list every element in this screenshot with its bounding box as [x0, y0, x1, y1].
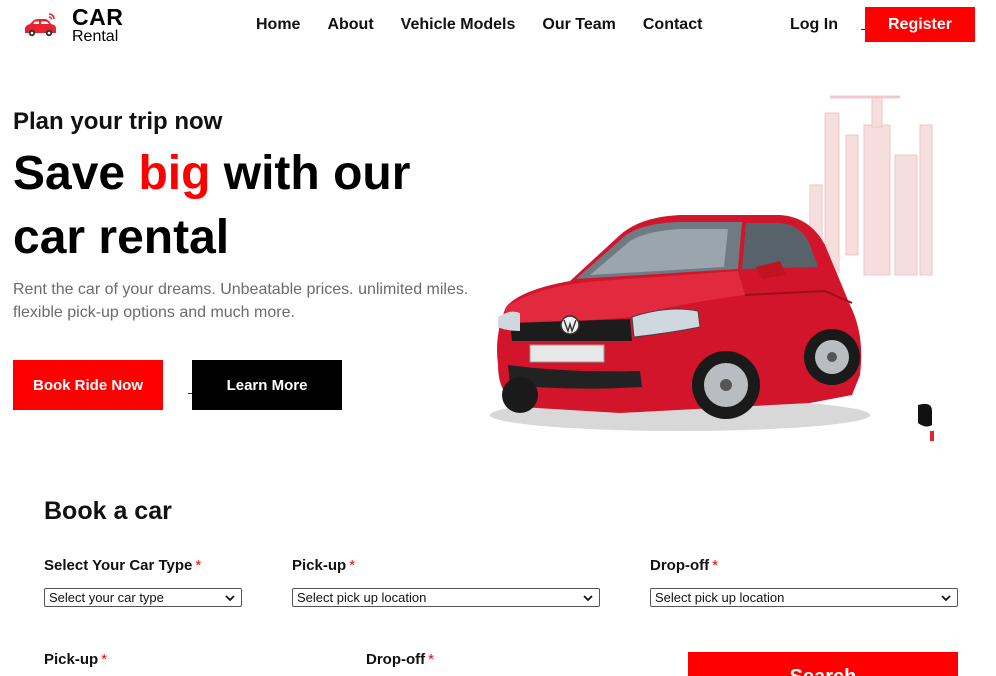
required-asterisk: *	[712, 557, 718, 574]
dropoff-location-label: Drop-off *	[650, 557, 718, 574]
nav-link-about[interactable]: About	[327, 16, 373, 34]
register-button[interactable]: Register	[865, 7, 975, 42]
car-type-select[interactable]: Select your car type	[44, 588, 242, 607]
hero-title-highlight: big	[138, 147, 211, 200]
pickup-date-label: Pick-up *	[44, 651, 107, 668]
dropoff-date-label-text: Drop-off	[366, 651, 426, 668]
book-ride-button[interactable]: Book Ride Now	[13, 360, 163, 410]
pickup-location-label-text: Pick-up	[292, 557, 347, 574]
nav-link-our-team[interactable]: Our Team	[542, 16, 616, 34]
hero-car-image	[480, 95, 950, 455]
required-asterisk: *	[101, 651, 108, 668]
pickup-location-select[interactable]: Select pick up location	[292, 588, 600, 607]
pickup-location-label: Pick-up *	[292, 557, 355, 574]
dropoff-location-select[interactable]: Select pick up location	[650, 588, 958, 607]
brand-title: CAR	[72, 4, 124, 30]
pickup-location-select-value: Select pick up location	[297, 590, 427, 605]
city-skyline	[809, 96, 933, 276]
main-nav: Home About Vehicle Models Our Team Conta…	[256, 16, 729, 34]
learn-more-button[interactable]: Learn More	[192, 360, 342, 410]
booking-title: Book a car	[44, 497, 172, 525]
brand-logo[interactable]: CAR Rental	[22, 6, 123, 45]
dropoff-date-label: Drop-off *	[366, 651, 434, 668]
required-asterisk: *	[428, 651, 434, 668]
search-button[interactable]: Search	[688, 652, 958, 676]
car-type-label: Select Your Car Type *	[44, 557, 201, 574]
required-asterisk: *	[349, 557, 356, 574]
hero-title: Save big with our car rental	[13, 142, 483, 270]
required-asterisk: *	[195, 557, 202, 574]
chevron-down-icon	[941, 595, 951, 602]
hero-eyebrow: Plan your trip now	[13, 108, 223, 135]
car-type-select-value: Select your car type	[49, 590, 164, 605]
car-type-label-text: Select Your Car Type	[44, 557, 193, 574]
nav-link-vehicle-models[interactable]: Vehicle Models	[401, 16, 516, 34]
login-link[interactable]: Log In	[790, 16, 838, 34]
pickup-date-label-text: Pick-up	[44, 651, 99, 668]
hero-title-prefix: Save	[13, 147, 139, 200]
car-icon	[22, 11, 58, 41]
nav-link-contact[interactable]: Contact	[643, 16, 703, 34]
brand-subtitle: Rental	[72, 28, 119, 45]
dropoff-location-label-text: Drop-off	[650, 557, 710, 574]
nav-link-home[interactable]: Home	[256, 16, 300, 34]
chevron-down-icon	[583, 595, 593, 602]
dropoff-location-select-value: Select pick up location	[655, 590, 785, 605]
chevron-down-icon	[225, 595, 235, 602]
hero-description: Rent the car of your dreams. Unbeatable …	[13, 281, 469, 321]
